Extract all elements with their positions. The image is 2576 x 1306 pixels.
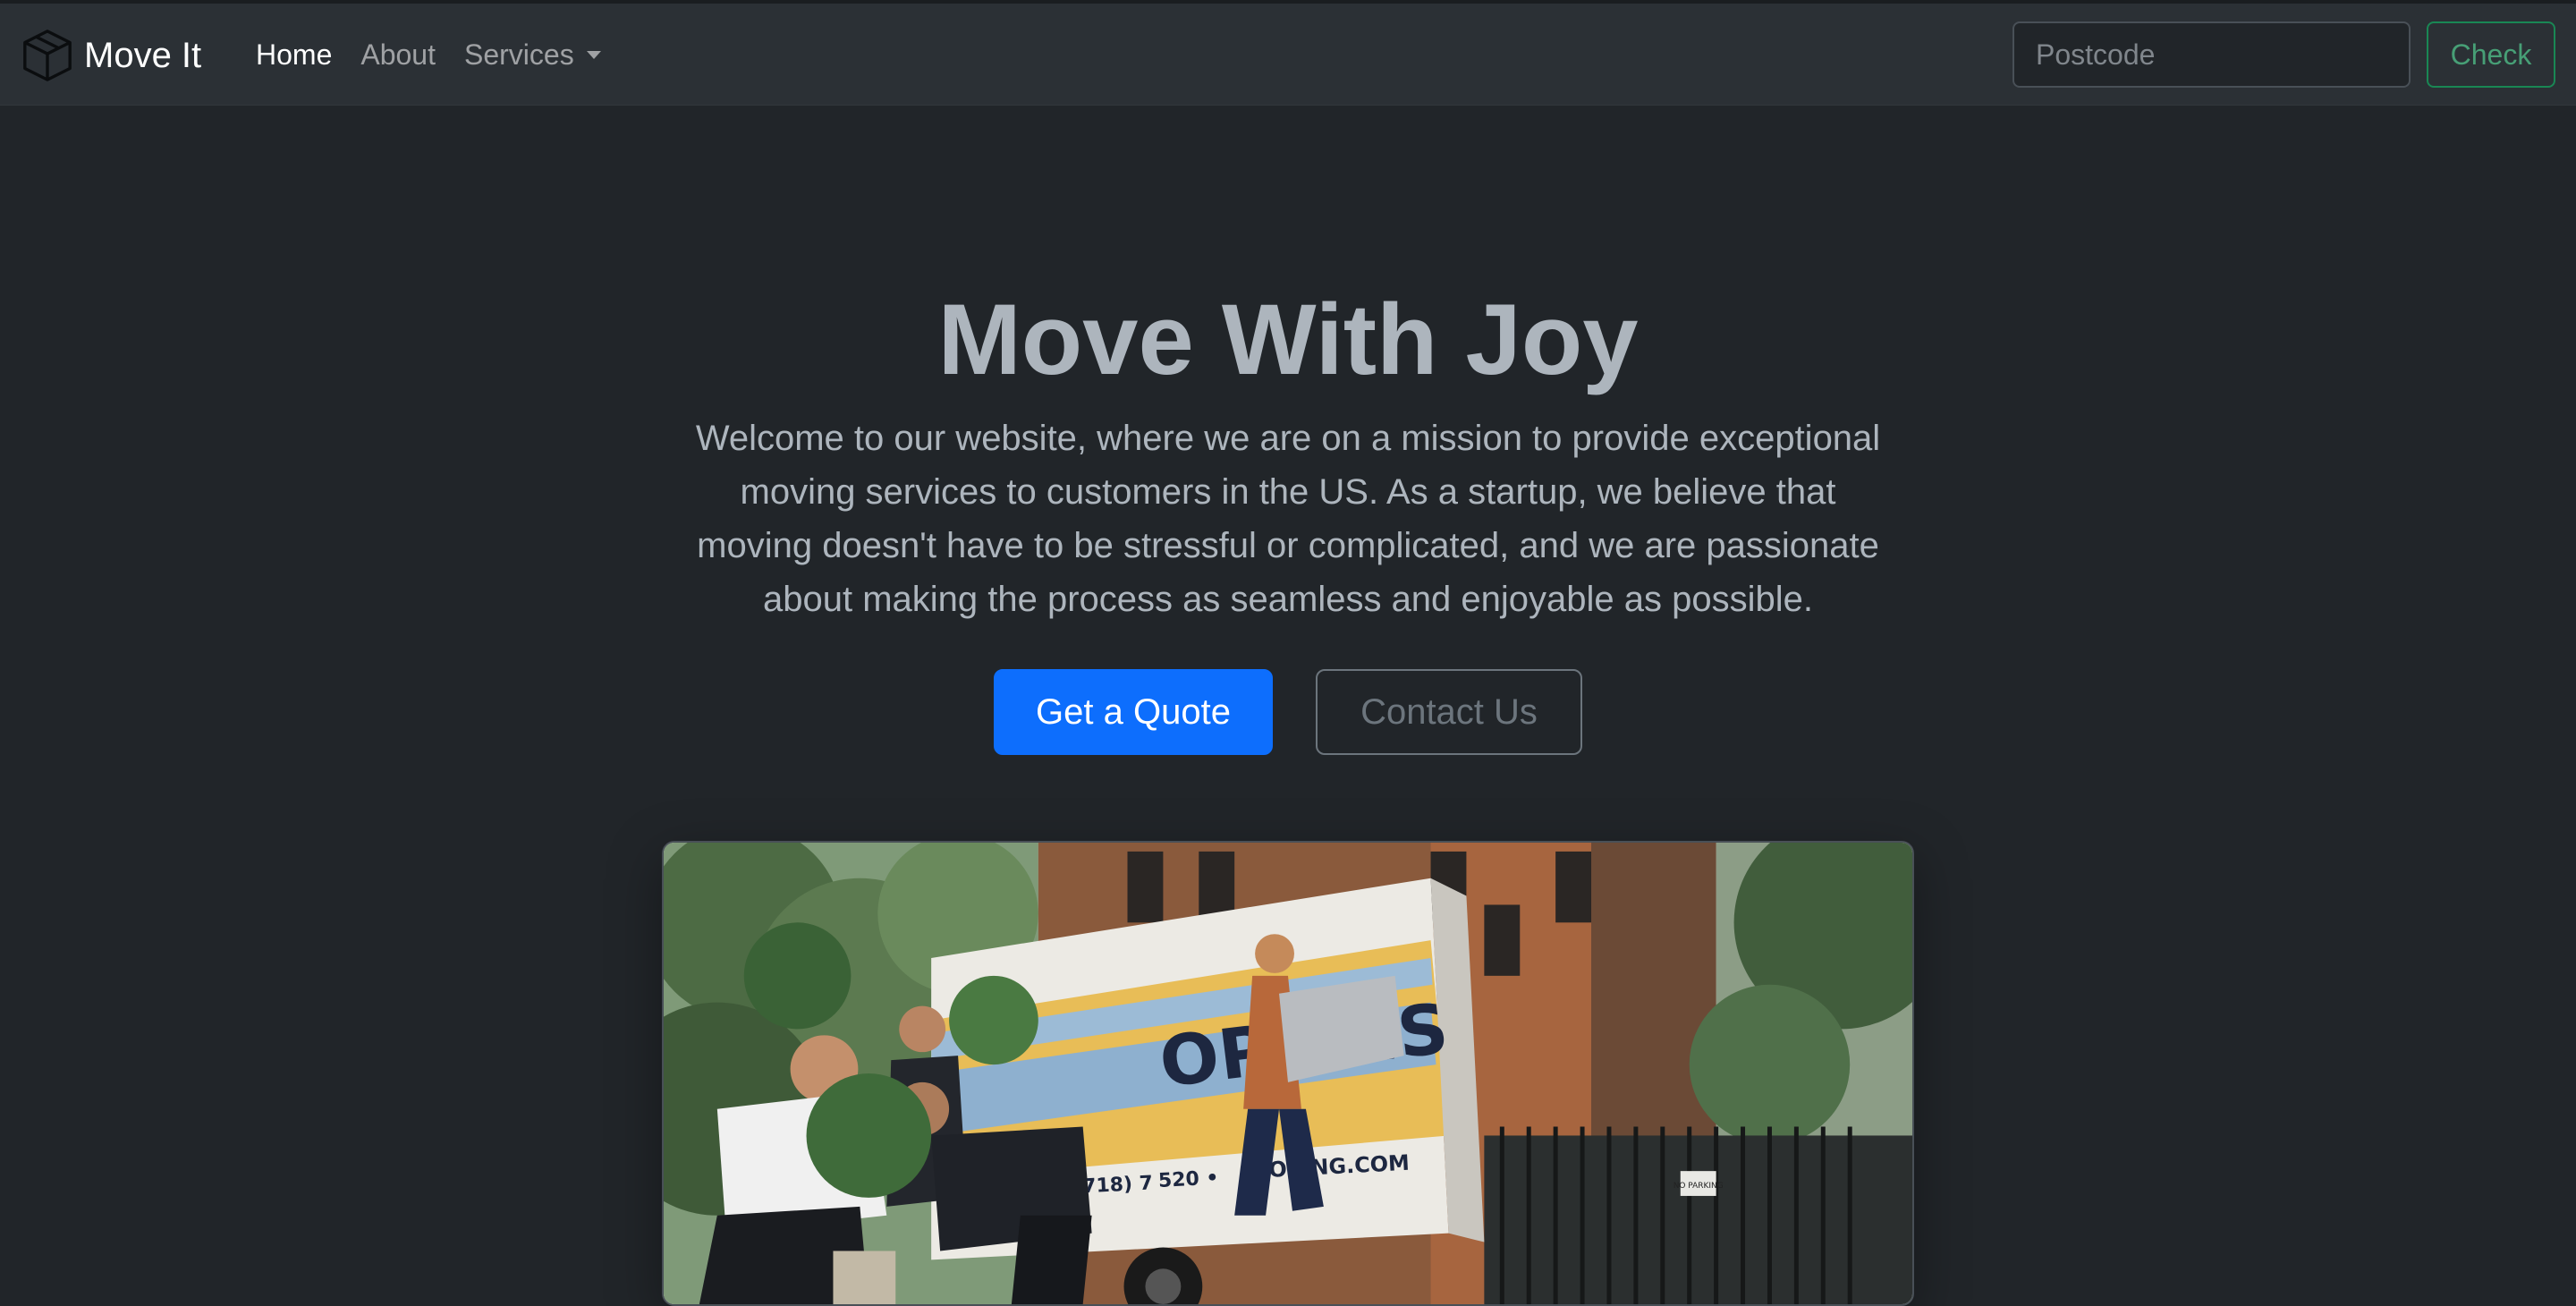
nav-item-home[interactable]: Home: [242, 38, 346, 72]
nav-item-label: About: [360, 38, 436, 71]
brand-link[interactable]: Move It: [20, 27, 201, 84]
brand-name: Move It: [84, 36, 202, 75]
postcode-input[interactable]: [2012, 21, 2411, 88]
hero-title: Move With Joy: [937, 284, 1639, 395]
nav-item-label: Home: [256, 38, 333, 71]
box-icon: [20, 28, 75, 83]
truck-phone-text-2: 520 •: [1157, 1167, 1219, 1192]
nav-item-label: Services: [463, 38, 574, 71]
contact-us-button[interactable]: Contact Us: [1316, 669, 1582, 755]
hero-actions: Get a Quote Contact Us: [0, 669, 2576, 755]
no-parking-sign-text: NO PARKING: [1674, 1182, 1724, 1191]
caret-down-icon: [586, 50, 601, 59]
moving-truck-photo: NO PARKING OPOLIS (718) 7 520 • MOVING.C…: [664, 843, 1912, 1304]
check-button[interactable]: Check: [2427, 21, 2555, 88]
nav-links: Home About Services: [242, 4, 615, 106]
hero-image: NO PARKING OPOLIS (718) 7 520 • MOVING.C…: [662, 841, 1914, 1306]
hero-lead: Welcome to our website, where we are on …: [695, 419, 1881, 619]
nav-item-services-dropdown[interactable]: Services: [450, 38, 615, 72]
navbar: Move It Home About Services Check: [0, 4, 2576, 106]
nav-item-about[interactable]: About: [346, 38, 450, 72]
get-quote-button[interactable]: Get a Quote: [994, 669, 1273, 755]
